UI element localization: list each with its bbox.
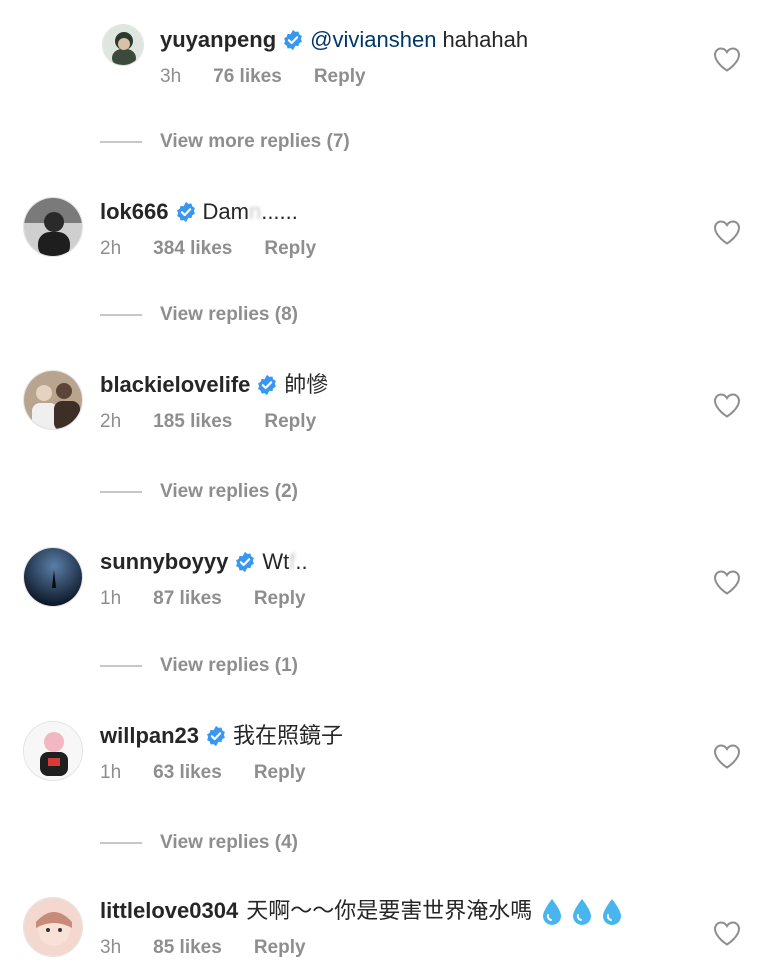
verified-badge-icon xyxy=(256,374,278,396)
comment-likes[interactable]: 87 likes xyxy=(153,588,222,610)
view-replies-button[interactable]: View replies (8) xyxy=(100,300,298,330)
comment-text: Wt xyxy=(262,549,290,574)
comment-item: sunnyboyyy Wt f.. 1h 87 likes Reply xyxy=(0,544,780,624)
verified-badge-icon xyxy=(234,551,256,573)
reply-button[interactable]: Reply xyxy=(264,238,316,260)
view-replies-button[interactable]: View replies (4) xyxy=(100,828,298,858)
verified-badge-icon xyxy=(175,201,197,223)
droplet-emoji-icon xyxy=(600,897,624,925)
avatar[interactable] xyxy=(23,897,83,957)
comment-time: 2h xyxy=(100,411,122,432)
comment-text-blurred: n xyxy=(248,199,262,224)
reply-button[interactable]: Reply xyxy=(254,937,306,959)
avatar[interactable] xyxy=(23,370,83,430)
avatar[interactable] xyxy=(23,547,83,607)
comment-text: Dam xyxy=(202,199,249,224)
comment-likes[interactable]: 85 likes xyxy=(153,937,222,959)
mention-link[interactable]: @vivianshen xyxy=(310,22,436,58)
heart-outline-icon[interactable] xyxy=(713,46,741,72)
comment-text: hahahah xyxy=(442,27,529,52)
view-replies-label: View replies (1) xyxy=(160,655,298,676)
view-replies-button[interactable]: View replies (2) xyxy=(100,477,298,507)
comment-username[interactable]: littlelove0304 xyxy=(100,893,238,929)
comment-username[interactable]: willpan23 xyxy=(100,718,199,754)
comment-username[interactable]: lok666 xyxy=(100,194,169,230)
divider xyxy=(100,842,142,844)
verified-badge-icon xyxy=(282,29,304,51)
avatar[interactable] xyxy=(102,24,144,66)
comment-text-blurred: f xyxy=(289,549,296,574)
droplet-emoji-icon xyxy=(540,897,564,925)
droplet-emojis xyxy=(540,897,624,925)
comment-time: 1h xyxy=(100,588,122,609)
divider xyxy=(100,141,142,143)
comment-time: 1h xyxy=(100,762,122,783)
heart-outline-icon[interactable] xyxy=(713,219,741,245)
comment-text: 帥慘 xyxy=(284,372,329,397)
droplet-emoji-icon xyxy=(570,897,594,925)
comment-likes[interactable]: 63 likes xyxy=(153,762,222,784)
reply-button[interactable]: Reply xyxy=(314,66,366,88)
comment-username[interactable]: sunnyboyyy xyxy=(100,544,228,580)
view-replies-label: View more replies (7) xyxy=(160,131,350,152)
comment-text-tail: ...... xyxy=(261,199,298,224)
comments-list: yuyanpeng @vivianshen hahahah 3h 76 like… xyxy=(0,0,780,964)
comment-text: 天啊～～你是要害世界淹水嗎 xyxy=(246,898,533,923)
comment-likes[interactable]: 76 likes xyxy=(213,66,282,88)
comment-likes[interactable]: 384 likes xyxy=(153,238,232,260)
heart-outline-icon[interactable] xyxy=(713,392,741,418)
comment-text-tail: .. xyxy=(295,549,308,574)
view-replies-button[interactable]: View more replies (7) xyxy=(100,127,350,157)
comment-username[interactable]: yuyanpeng xyxy=(160,22,276,58)
view-replies-label: View replies (4) xyxy=(160,832,298,853)
heart-outline-icon[interactable] xyxy=(713,569,741,595)
comment-likes[interactable]: 185 likes xyxy=(153,411,232,433)
avatar[interactable] xyxy=(23,721,83,781)
comment-time: 2h xyxy=(100,238,122,259)
comment-item: lok666 Dam n...... 2h 384 likes Reply xyxy=(0,194,780,274)
comment-username[interactable]: blackielovelife xyxy=(100,367,250,403)
comment-item: yuyanpeng @vivianshen hahahah 3h 76 like… xyxy=(0,22,780,102)
comment-time: 3h xyxy=(160,66,182,87)
divider xyxy=(100,314,142,316)
comment-text: 我在照鏡子 xyxy=(233,723,344,748)
view-replies-label: View replies (2) xyxy=(160,481,298,502)
divider xyxy=(100,665,142,667)
comment-item: willpan23 我在照鏡子 1h 63 likes Reply xyxy=(0,718,780,798)
comment-time: 3h xyxy=(100,937,122,958)
divider xyxy=(100,491,142,493)
reply-button[interactable]: Reply xyxy=(254,588,306,610)
heart-outline-icon[interactable] xyxy=(713,743,741,769)
heart-outline-icon[interactable] xyxy=(713,920,741,946)
reply-button[interactable]: Reply xyxy=(254,762,306,784)
comment-item: blackielovelife 帥慘 2h 185 likes Reply xyxy=(0,367,780,447)
reply-button[interactable]: Reply xyxy=(264,411,316,433)
verified-badge-icon xyxy=(205,725,227,747)
view-replies-label: View replies (8) xyxy=(160,304,298,325)
view-replies-button[interactable]: View replies (1) xyxy=(100,651,298,681)
comment-item: littlelove0304 天啊～～你是要害世界淹水嗎 3h 85 likes… xyxy=(0,893,780,964)
avatar[interactable] xyxy=(23,197,83,257)
